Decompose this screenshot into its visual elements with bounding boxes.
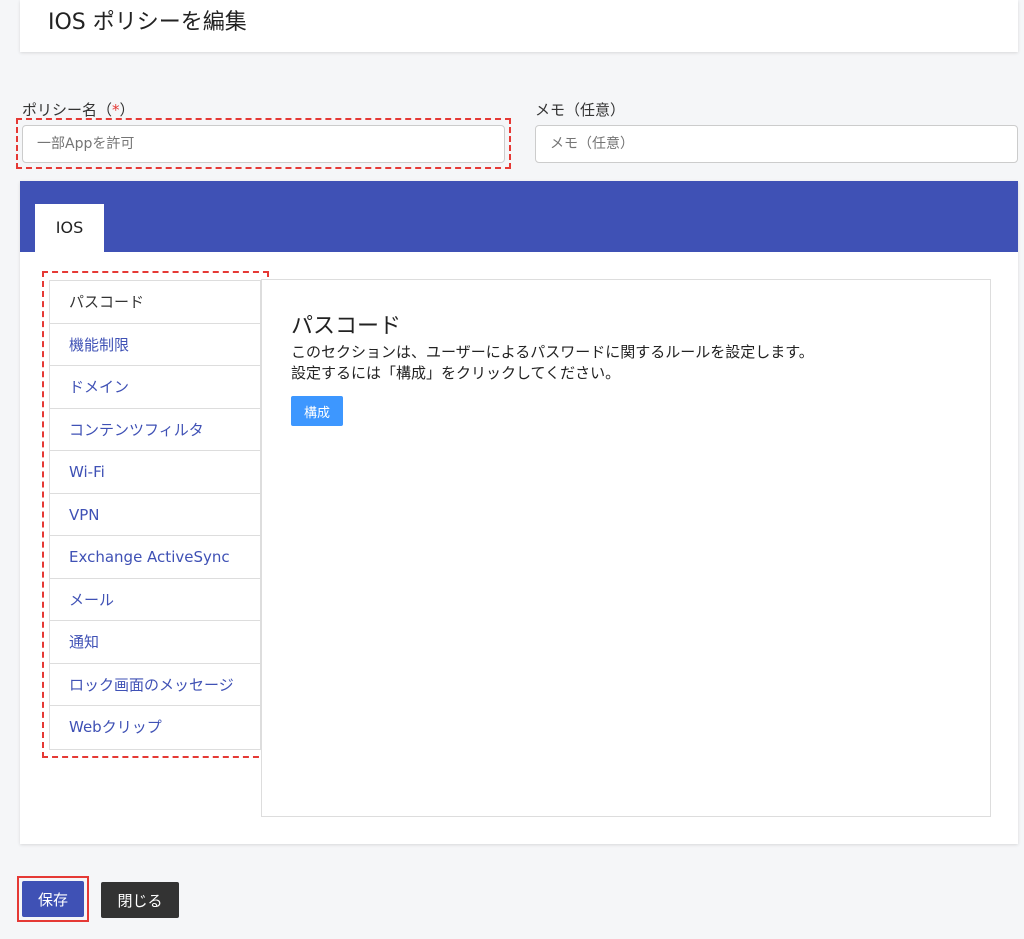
sidebar-item-notifications[interactable]: 通知 — [50, 621, 260, 664]
configure-button[interactable]: 構成 — [291, 396, 343, 426]
policy-name-label: ポリシー名（*） — [22, 101, 135, 119]
sidebar-item-wifi[interactable]: Wi-Fi — [50, 451, 260, 494]
sidebar-item-passcode[interactable]: パスコード — [50, 281, 260, 324]
tab-ios[interactable]: IOS — [35, 204, 104, 252]
sidebar-item-web-clips[interactable]: Webクリップ — [50, 706, 260, 749]
memo-label: メモ（任意） — [535, 101, 626, 119]
close-button[interactable]: 閉じる — [101, 882, 179, 918]
section-sidebar: パスコード 機能制限 ドメイン コンテンツフィルタ Wi-Fi VPN Exch… — [49, 280, 261, 750]
page-title: IOS ポリシーを編集 — [48, 10, 247, 35]
sidebar-item-mail[interactable]: メール — [50, 579, 260, 621]
memo-input[interactable] — [535, 125, 1018, 163]
required-mark: * — [112, 101, 120, 119]
section-title: パスコード — [291, 314, 402, 339]
policy-name-input[interactable] — [22, 125, 505, 163]
sidebar-item-domains[interactable]: ドメイン — [50, 366, 260, 409]
sidebar-item-restrictions[interactable]: 機能制限 — [50, 324, 260, 366]
sidebar-item-content-filter[interactable]: コンテンツフィルタ — [50, 409, 260, 451]
sidebar-item-lock-screen-message[interactable]: ロック画面のメッセージ — [50, 664, 260, 706]
sidebar-item-vpn[interactable]: VPN — [50, 494, 260, 536]
section-content-panel: パスコード このセクションは、ユーザーによるパスワードに関するルールを設定します… — [261, 279, 991, 817]
save-button[interactable]: 保存 — [22, 881, 84, 917]
section-description: このセクションは、ユーザーによるパスワードに関するルールを設定します。 設定する… — [291, 343, 814, 382]
sidebar-item-exchange-activesync[interactable]: Exchange ActiveSync — [50, 536, 260, 579]
page-header: IOS ポリシーを編集 — [20, 0, 1018, 52]
tab-bar: IOS — [20, 181, 1018, 252]
